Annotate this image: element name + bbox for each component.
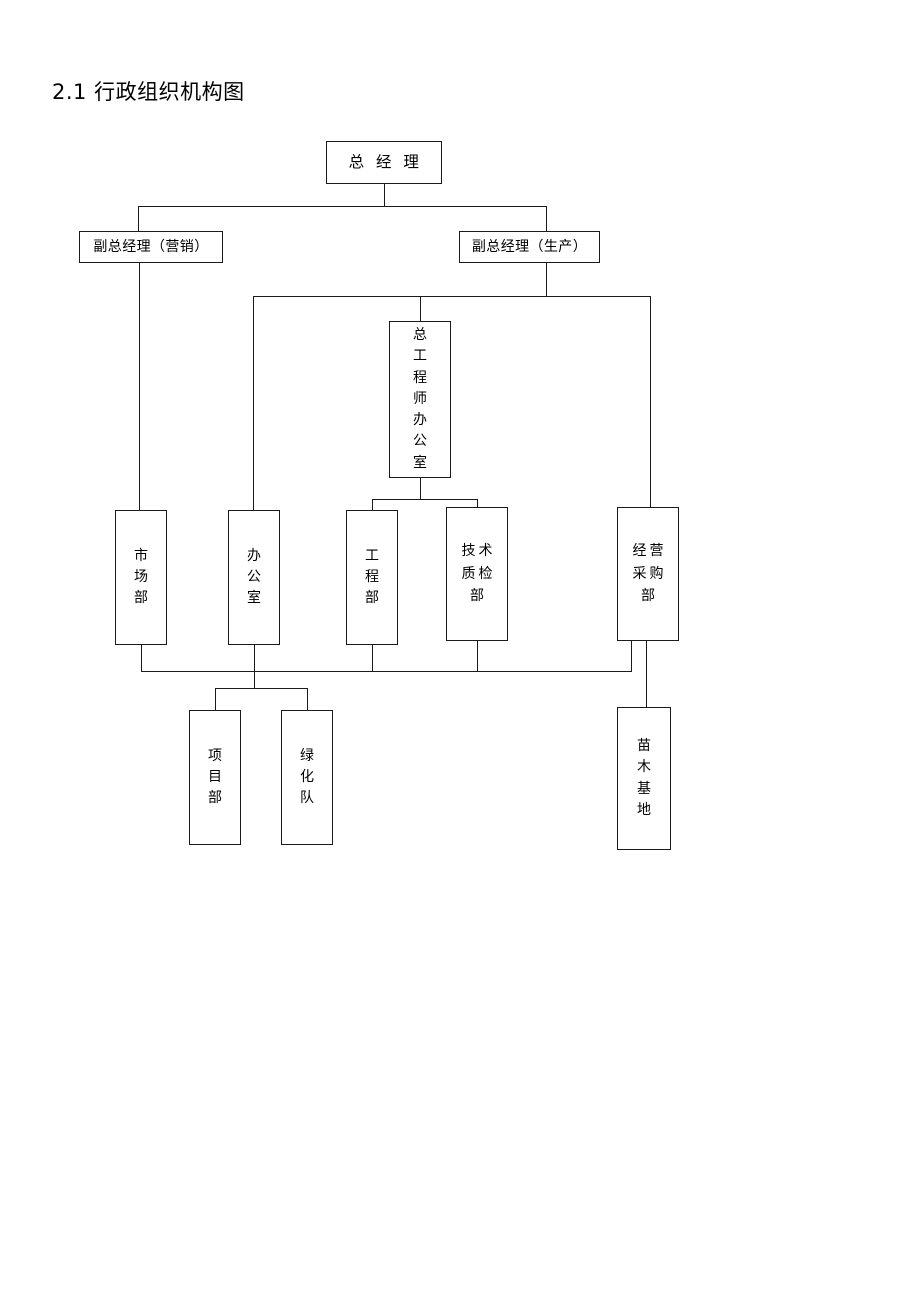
connector-vp-prod-to-office: [253, 296, 255, 511]
connector-engineer-down: [372, 645, 374, 672]
connector-gm-bus: [138, 206, 547, 208]
connector-market-down: [141, 645, 143, 672]
connector-tech-qc-down: [477, 641, 479, 672]
connector-department-bus: [141, 671, 632, 673]
node-general-manager-label: 总 经 理: [348, 153, 423, 172]
node-vp-sales[interactable]: 副总经理（营销）: [79, 231, 223, 263]
node-nursery-base-label: 苗 木 基 地: [637, 737, 651, 818]
connector-purchase-to-nursery: [646, 641, 648, 707]
connector-vp-prod-to-purchase: [650, 296, 652, 507]
connector-vp-sales-to-market: [139, 263, 141, 511]
connector-vp-prod-to-chief-eng: [420, 296, 422, 322]
node-operations-purchasing-department-label: 经营 采购 部: [632, 542, 667, 605]
connector-gm-to-vp-sales: [138, 206, 140, 232]
connector-vp-prod-bus: [253, 296, 651, 298]
connector-gm-to-vp-prod: [546, 206, 548, 232]
connector-chief-eng-bus: [372, 499, 478, 501]
connector-purchase-down: [631, 641, 633, 672]
node-chief-engineer-office-label: 总 工 程 师 办 公 室: [413, 327, 427, 471]
connector-chief-eng-stem: [420, 478, 422, 500]
connector-bus-to-greening: [307, 688, 309, 711]
connector-gm-stem: [384, 184, 386, 207]
node-vp-production-label: 副总经理（生产）: [471, 238, 588, 255]
node-project-department-label: 项 目 部: [208, 747, 222, 807]
node-vp-production[interactable]: 副总经理（生产）: [459, 231, 600, 263]
node-technical-qc-department-label: 技术 质检 部: [461, 542, 496, 605]
node-nursery-base[interactable]: 苗 木 基 地: [617, 707, 671, 850]
node-greening-team[interactable]: 绿 化 队: [281, 710, 333, 845]
connector-bus-to-project: [215, 688, 217, 711]
connector-vp-prod-stem: [546, 263, 548, 297]
connector-office-down: [254, 645, 256, 672]
node-office[interactable]: 办 公 室: [228, 510, 280, 645]
node-greening-team-label: 绿 化 队: [300, 747, 314, 807]
node-general-manager[interactable]: 总 经 理: [326, 141, 442, 184]
connector-department-bus-drop: [254, 671, 256, 689]
node-operations-purchasing-department[interactable]: 经营 采购 部: [617, 507, 679, 641]
connector-project-greening-bus: [215, 688, 308, 690]
node-engineering-department[interactable]: 工 程 部: [346, 510, 398, 645]
node-project-department[interactable]: 项 目 部: [189, 710, 241, 845]
node-chief-engineer-office[interactable]: 总 工 程 师 办 公 室: [389, 321, 451, 478]
node-marketing-department-label: 市 场 部: [134, 547, 148, 607]
node-technical-qc-department[interactable]: 技术 质检 部: [446, 507, 508, 641]
node-vp-sales-label: 副总经理（营销）: [93, 238, 209, 255]
node-engineering-department-label: 工 程 部: [365, 547, 379, 607]
node-marketing-department[interactable]: 市 场 部: [115, 510, 167, 645]
node-office-label: 办 公 室: [247, 547, 261, 607]
org-chart: 总 经 理 副总经理（营销） 副总经理（生产） 总 工 程 师 办 公 室 市 …: [0, 0, 920, 1302]
